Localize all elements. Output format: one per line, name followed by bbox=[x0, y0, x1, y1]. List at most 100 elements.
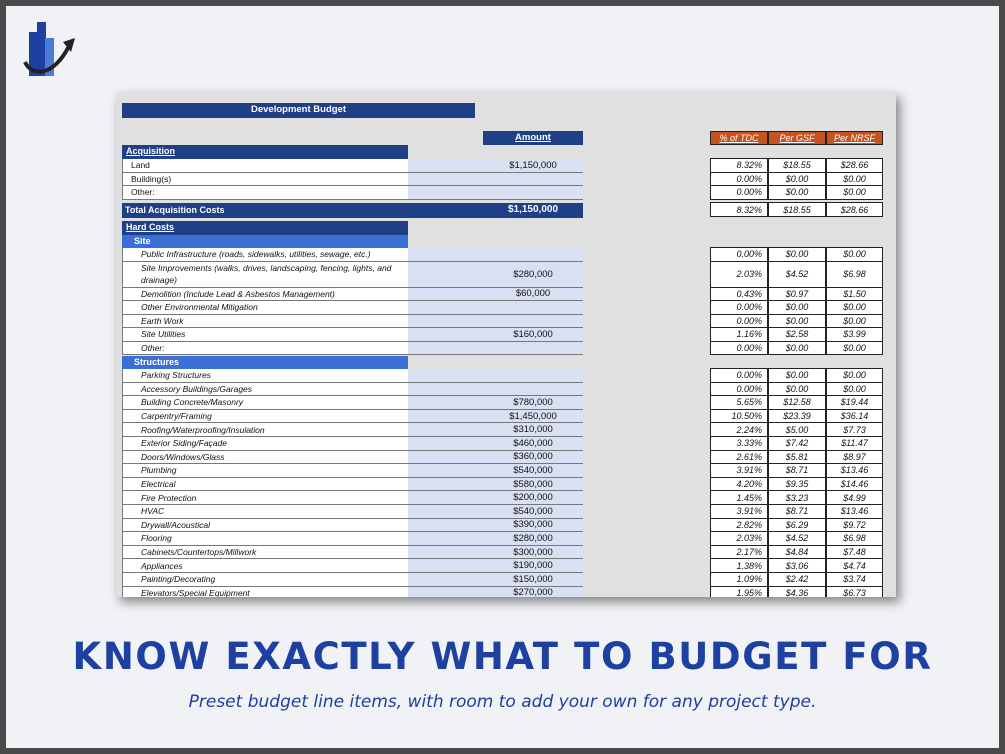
line-item-amount[interactable] bbox=[483, 341, 583, 355]
line-item-label[interactable]: Public Infrastructure (roads, sidewalks,… bbox=[122, 248, 408, 262]
line-item-amount[interactable] bbox=[483, 172, 583, 186]
line-item-amount[interactable]: $540,000 bbox=[483, 464, 583, 478]
ratio-cell-gsf[interactable]: $7.42 bbox=[768, 436, 826, 451]
ratio-cell-pct[interactable]: 1.38% bbox=[710, 558, 768, 573]
line-item-spacer[interactable] bbox=[408, 450, 483, 465]
ratio-cell-nrsf[interactable]: $0.00 bbox=[826, 313, 883, 328]
ratio-cell-nrsf[interactable]: $0.00 bbox=[826, 300, 883, 315]
ratio-cell-pct[interactable]: 0.00% bbox=[710, 300, 768, 315]
line-item-amount[interactable]: $460,000 bbox=[483, 437, 583, 451]
line-item-amount[interactable] bbox=[483, 186, 583, 200]
line-item-label[interactable]: Doors/Windows/Glass bbox=[122, 450, 408, 465]
line-item-label[interactable]: Accessory Buildings/Garages bbox=[122, 382, 408, 397]
line-item-label[interactable]: Exterior Siding/Façade bbox=[122, 437, 408, 451]
line-item-spacer[interactable] bbox=[408, 573, 483, 587]
line-item-spacer[interactable] bbox=[408, 159, 483, 173]
line-item-label[interactable]: Parking Structures bbox=[122, 369, 408, 383]
line-item-amount[interactable]: $280,000 bbox=[483, 532, 583, 546]
ratio-cell-gsf[interactable]: $0.00 bbox=[768, 171, 826, 186]
line-item-amount[interactable] bbox=[483, 314, 583, 328]
ratio-cell-gsf[interactable]: $0.97 bbox=[768, 286, 826, 301]
line-item-amount[interactable] bbox=[483, 301, 583, 315]
line-item-amount[interactable]: $310,000 bbox=[483, 423, 583, 437]
ratio-cell-nrsf[interactable]: $0.00 bbox=[826, 381, 883, 397]
line-item-amount[interactable]: $780,000 bbox=[483, 396, 583, 410]
line-item-spacer[interactable] bbox=[408, 382, 483, 397]
line-item-label[interactable]: Earth Work bbox=[122, 314, 408, 328]
line-item-label[interactable]: Roofing/Waterproofing/Insulation bbox=[122, 423, 408, 437]
ratio-cell-gsf[interactable]: $18.55 bbox=[768, 158, 826, 173]
ratio-cell-nrsf[interactable]: $11.47 bbox=[826, 436, 883, 451]
ratio-cell-nrsf[interactable]: $8.97 bbox=[826, 449, 883, 465]
line-item-label[interactable]: Cabinets/Countertops/Millwork bbox=[122, 545, 408, 560]
line-item-spacer[interactable] bbox=[408, 545, 483, 560]
ratio-cell-nrsf[interactable]: $3.99 bbox=[826, 327, 883, 342]
line-item-label[interactable]: Demolition (Include Lead & Asbestos Mana… bbox=[122, 287, 408, 301]
line-item-spacer[interactable] bbox=[408, 505, 483, 519]
line-item-spacer[interactable] bbox=[408, 409, 483, 424]
line-item-spacer[interactable] bbox=[408, 532, 483, 546]
line-item-label[interactable]: Building(s) bbox=[122, 172, 408, 186]
ratio-cell-pct[interactable]: 0.00% bbox=[710, 313, 768, 328]
line-item-amount[interactable]: $300,000 bbox=[483, 545, 583, 560]
ratio-cell-pct[interactable]: 3.91% bbox=[710, 504, 768, 519]
ratio-cell-pct[interactable]: 8.32% bbox=[710, 202, 768, 217]
line-item-amount[interactable] bbox=[483, 382, 583, 397]
line-item-amount[interactable] bbox=[483, 369, 583, 383]
ratio-cell-nrsf[interactable]: $6.98 bbox=[826, 260, 883, 288]
ratio-cell-nrsf[interactable]: $4.74 bbox=[826, 558, 883, 573]
line-item-amount[interactable]: $190,000 bbox=[483, 559, 583, 573]
line-item-amount[interactable]: $540,000 bbox=[483, 505, 583, 519]
line-item-label[interactable]: Painting/Decorating bbox=[122, 573, 408, 587]
ratio-cell-pct[interactable]: 3.33% bbox=[710, 436, 768, 451]
ratio-cell-pct[interactable]: 4.20% bbox=[710, 476, 768, 492]
ratio-cell-nrsf[interactable]: $7.73 bbox=[826, 422, 883, 437]
ratio-cell-nrsf[interactable]: $36.14 bbox=[826, 408, 883, 424]
ratio-cell-nrsf[interactable]: $9.72 bbox=[826, 517, 883, 533]
line-item-label[interactable]: Fire Protection bbox=[122, 491, 408, 505]
line-item-label[interactable]: Flooring bbox=[122, 532, 408, 546]
line-item-label[interactable]: Plumbing bbox=[122, 464, 408, 478]
ratio-cell-gsf[interactable]: $8.71 bbox=[768, 504, 826, 519]
ratio-cell-gsf[interactable]: $3.06 bbox=[768, 558, 826, 573]
line-item-spacer[interactable] bbox=[408, 491, 483, 505]
line-item-spacer[interactable] bbox=[408, 423, 483, 437]
line-item-label[interactable]: Other: bbox=[122, 186, 408, 200]
ratio-cell-gsf[interactable]: $2.42 bbox=[768, 572, 826, 587]
line-item-spacer[interactable] bbox=[408, 301, 483, 315]
ratio-cell-gsf[interactable]: $12.58 bbox=[768, 395, 826, 410]
ratio-cell-nrsf[interactable]: $19.44 bbox=[826, 395, 883, 410]
ratio-cell-pct[interactable]: 5.65% bbox=[710, 395, 768, 410]
ratio-cell-pct[interactable]: 8.32% bbox=[710, 158, 768, 173]
line-item-spacer[interactable] bbox=[408, 287, 483, 301]
line-item-amount[interactable]: $280,000 bbox=[483, 261, 583, 288]
line-item-label[interactable]: Site Utilities bbox=[122, 328, 408, 342]
line-item-amount[interactable]: $1,450,000 bbox=[483, 409, 583, 424]
line-item-label[interactable]: Site Improvements (walks, drives, landsc… bbox=[122, 261, 408, 288]
ratio-cell-pct[interactable]: 3.91% bbox=[710, 463, 768, 478]
ratio-cell-pct[interactable]: 1.95% bbox=[710, 585, 768, 597]
ratio-cell-nrsf[interactable]: $3.74 bbox=[826, 572, 883, 587]
ratio-cell-pct[interactable]: 2.82% bbox=[710, 517, 768, 533]
ratio-cell-nrsf[interactable]: $6.98 bbox=[826, 531, 883, 546]
line-item-amount[interactable]: $160,000 bbox=[483, 328, 583, 342]
ratio-cell-nrsf[interactable]: $0.00 bbox=[826, 368, 883, 383]
line-item-spacer[interactable] bbox=[408, 328, 483, 342]
line-item-amount[interactable] bbox=[483, 248, 583, 262]
ratio-cell-gsf[interactable]: $9.35 bbox=[768, 476, 826, 492]
ratio-cell-nrsf[interactable]: $6.73 bbox=[826, 585, 883, 597]
ratio-cell-nrsf[interactable]: $13.46 bbox=[826, 504, 883, 519]
line-item-spacer[interactable] bbox=[408, 518, 483, 533]
ratio-cell-pct[interactable]: 2.24% bbox=[710, 422, 768, 437]
ratio-cell-pct[interactable]: 2.03% bbox=[710, 260, 768, 288]
ratio-cell-nrsf[interactable]: $13.46 bbox=[826, 463, 883, 478]
line-item-amount[interactable]: $360,000 bbox=[483, 450, 583, 465]
ratio-cell-gsf[interactable]: $0.00 bbox=[768, 340, 826, 355]
ratio-cell-nrsf[interactable]: $28.66 bbox=[826, 158, 883, 173]
line-item-spacer[interactable] bbox=[408, 261, 483, 288]
ratio-cell-pct[interactable]: 0.43% bbox=[710, 286, 768, 301]
line-item-amount[interactable]: $60,000 bbox=[483, 287, 583, 301]
ratio-cell-gsf[interactable]: $6.29 bbox=[768, 517, 826, 533]
line-item-amount[interactable]: $390,000 bbox=[483, 518, 583, 533]
line-item-amount[interactable]: $150,000 bbox=[483, 573, 583, 587]
